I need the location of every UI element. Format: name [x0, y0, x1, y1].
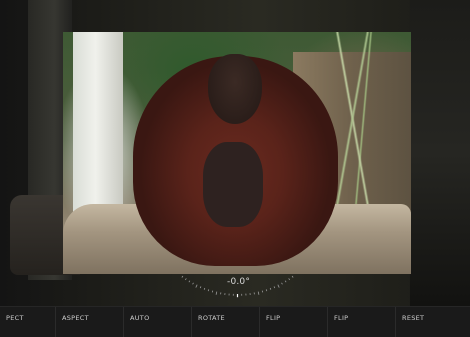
photo-orangutan-chest	[203, 142, 263, 227]
rotation-dial-tick	[204, 288, 205, 290]
rotation-dial-tick	[189, 281, 190, 283]
rotation-dial-tick	[274, 286, 275, 288]
flip-horizontal-button[interactable]: FLIP	[259, 307, 327, 337]
aspect-button[interactable]: ASPECT	[55, 307, 123, 337]
rotation-dial-tick	[282, 283, 283, 285]
rotation-dial-tick	[266, 289, 267, 291]
photo-white-post	[73, 32, 123, 222]
rotation-dial-tick	[289, 278, 290, 280]
rotation-dial-tick	[278, 285, 279, 288]
crop-toolbar: PECT ASPECT AUTO ROTATE FLIP FLIP RESET	[0, 306, 470, 337]
rotation-dial-tick	[292, 276, 293, 277]
rotation-value: -0.0°	[227, 277, 247, 287]
rotation-dial-tick	[258, 292, 259, 295]
rotation-dial-tick	[182, 276, 183, 277]
rotation-dial-tick	[200, 286, 201, 288]
crop-region[interactable]	[63, 32, 411, 274]
reset-button[interactable]: RESET	[395, 307, 470, 337]
photo-canvas[interactable]	[0, 0, 470, 306]
background-shadow	[410, 0, 470, 306]
rotation-dial-tick	[285, 281, 286, 283]
rotation-dial-tick	[196, 285, 197, 288]
photo-orangutan-face	[208, 54, 262, 124]
rotate-button[interactable]: ROTATE	[191, 307, 259, 337]
rotation-dial-tick	[208, 289, 209, 291]
auto-button[interactable]: AUTO	[123, 307, 191, 337]
rotation-dial-tick	[193, 283, 194, 285]
flip-vertical-button[interactable]: FLIP	[327, 307, 395, 337]
rotation-dial-tick	[270, 288, 271, 290]
rotation-dial-tick	[216, 292, 217, 295]
rotation-dial-tick	[185, 278, 186, 280]
aspect-button-partial[interactable]: PECT	[0, 307, 55, 337]
